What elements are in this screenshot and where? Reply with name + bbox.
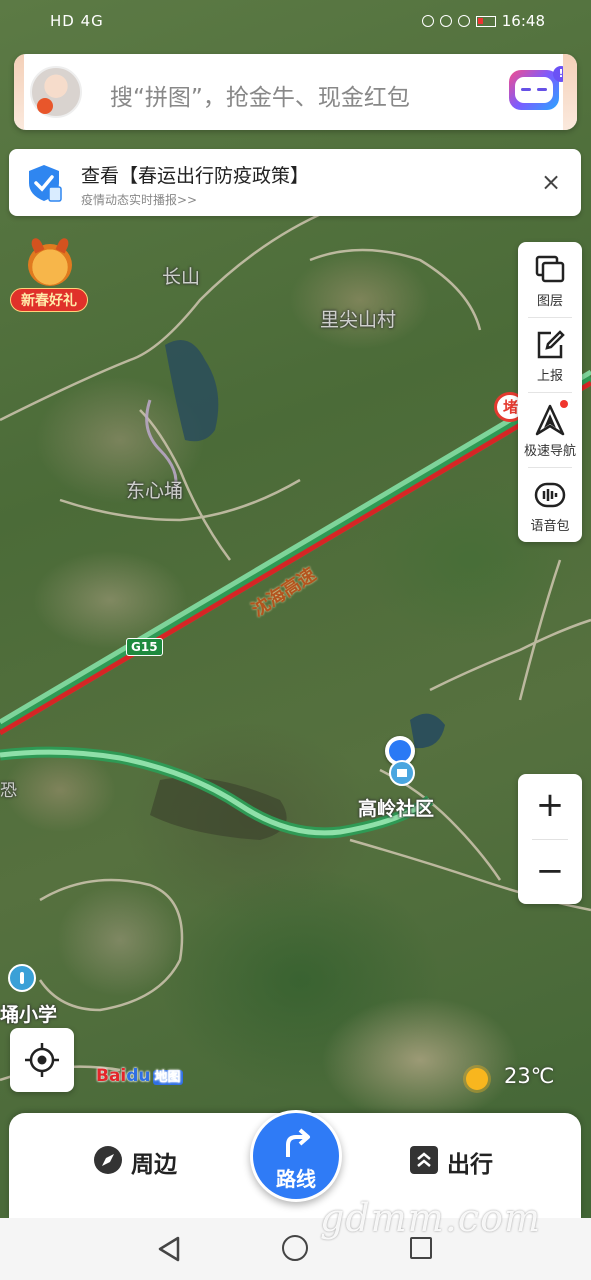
layers-label: 图层 (536, 294, 563, 309)
location-icon (457, 15, 470, 27)
home-circle-icon[interactable] (282, 1235, 308, 1261)
voice-pack-label: 语音包 (530, 519, 570, 534)
search-bar[interactable]: 搜“拼图”，抢金牛、现金红包 ! (14, 54, 577, 130)
map-label-school[interactable]: 埇小学 (0, 1000, 57, 1027)
voice-pack-icon (534, 482, 566, 508)
notice-title: 查看【春运出行防疫政策】 (81, 165, 310, 187)
route-turn-arrow-icon (286, 1128, 310, 1157)
report-label: 上报 (536, 369, 563, 384)
alarm-icon (421, 15, 434, 27)
voice-pack-button[interactable]: 语音包 (518, 467, 582, 542)
crosshair-location-icon (25, 1043, 59, 1077)
nearby-label: 周边 (131, 1152, 177, 1178)
report-edit-icon (537, 330, 565, 359)
recents-square-icon[interactable] (410, 1237, 432, 1259)
layers-button[interactable]: 图层 (518, 242, 582, 317)
travel-label: 出行 (447, 1152, 493, 1178)
notice-subtitle[interactable]: 疫情动态实时播报>> (81, 191, 197, 208)
zoom-controls: + − (518, 774, 582, 904)
map-label-gaolingshequ[interactable]: 高岭社区 (358, 794, 434, 821)
map-label-edge: 恐 (0, 781, 17, 801)
epidemic-policy-notice[interactable]: 查看【春运出行防疫政策】 疫情动态实时播报>> × (9, 149, 581, 216)
compass-icon (94, 1146, 122, 1174)
baidu-map-logo: Baidu 地图 (96, 1066, 183, 1086)
map-label-changshan: 长山 (162, 266, 201, 288)
logo-suffix: 地图 (152, 1070, 183, 1085)
route-button[interactable]: 路线 (250, 1110, 342, 1202)
community-poi-icon[interactable] (389, 760, 415, 786)
close-icon[interactable]: × (539, 170, 563, 194)
user-avatar[interactable] (30, 66, 82, 118)
ox-mascot-icon (28, 244, 72, 286)
battery-icon (475, 16, 496, 27)
search-placeholder[interactable]: 搜“拼图”，抢金牛、现金红包 (110, 78, 410, 112)
school-poi-icon[interactable] (8, 964, 36, 992)
zoom-out-button[interactable]: − (518, 840, 582, 904)
temperature: 23℃ (504, 1064, 555, 1088)
layers-icon (535, 255, 565, 283)
map-label-lijianshancun: 里尖山村 (320, 309, 397, 331)
map-tools-panel: 图层 上报 极速导航 语音包 (518, 242, 582, 542)
spring-festival-promo[interactable]: 新春好礼 (10, 244, 88, 316)
back-triangle-icon[interactable] (156, 1236, 182, 1262)
new-feature-dot (560, 400, 568, 408)
nearby-button[interactable]: 周边 (93, 1143, 223, 1179)
status-bar: HD 4G 16:48 (0, 0, 591, 44)
travel-double-chevron-icon (410, 1146, 438, 1174)
bluetooth-icon (439, 15, 452, 27)
clock: 16:48 (501, 12, 545, 30)
fast-navigation-label: 极速导航 (523, 444, 576, 459)
assistant-notification-badge: ! (553, 66, 569, 82)
promo-label: 新春好礼 (10, 288, 88, 312)
shield-check-icon (29, 165, 62, 202)
route-label: 路线 (276, 1167, 316, 1191)
zoom-in-button[interactable]: + (518, 774, 582, 838)
signal-status: HD 4G (50, 12, 104, 30)
fast-navigation-button[interactable]: 极速导航 (518, 392, 582, 467)
site-watermark: gdmm.com (320, 1196, 541, 1240)
assistant-robot-icon[interactable] (509, 70, 559, 110)
highway-shield-g15: G15 (126, 638, 163, 656)
map-label-dongxinyong: 东心埇 (126, 480, 184, 502)
travel-button[interactable]: 出行 (409, 1143, 539, 1179)
status-right: 16:48 (421, 12, 545, 30)
logo-paw: du (126, 1066, 151, 1086)
navigation-arrow-icon (535, 404, 565, 436)
locate-me-button[interactable] (10, 1028, 74, 1092)
logo-brand: Bai (96, 1066, 127, 1086)
sun-icon (466, 1068, 488, 1090)
report-button[interactable]: 上报 (518, 317, 582, 392)
